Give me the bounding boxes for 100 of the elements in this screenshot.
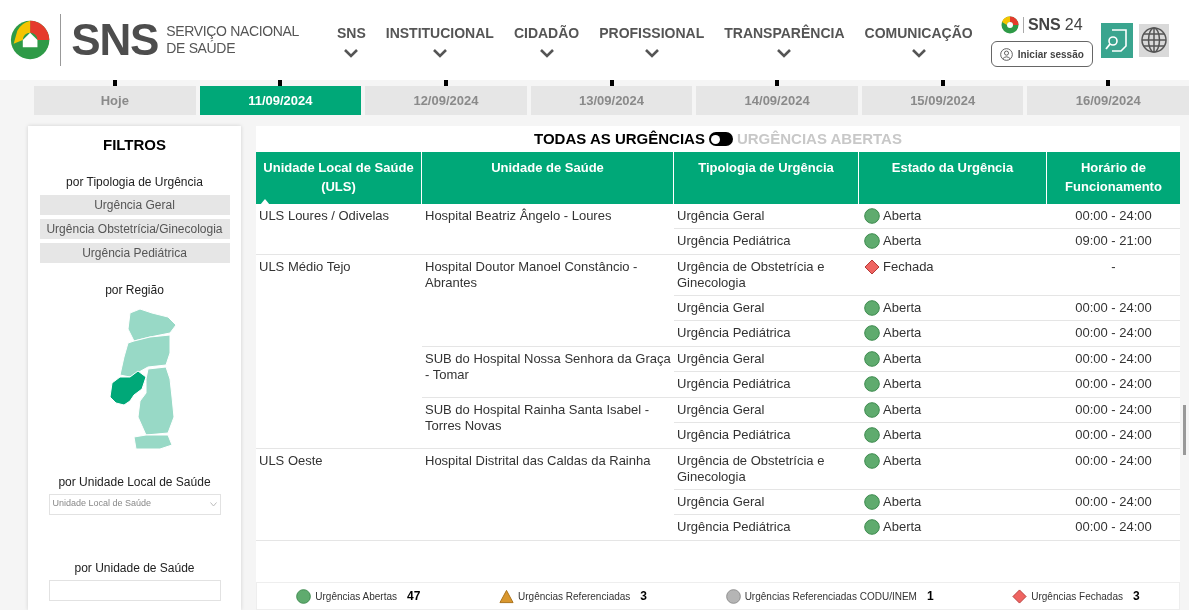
timeline-tick [609,80,614,86]
date-tab[interactable]: 14/09/2024 [696,86,858,115]
date-tab[interactable]: 12/09/2024 [365,86,527,115]
table-cell-text: 00:00 - 24:00 [1075,300,1152,317]
table-cell: Aberta [883,494,922,510]
open-status-icon [864,376,880,392]
table-cell: Aberta [883,376,922,392]
brand-subtitle: SERVIÇO NACIONAL [166,23,299,40]
map-region[interactable] [127,308,176,341]
nav-menu-item[interactable]: SNS [336,26,366,58]
table-cell-text: Urgência Geral [676,299,766,317]
open-status-icon [864,208,880,224]
typology-filter-button[interactable]: Urgência Pediátrica [39,242,230,263]
open-status-icon [296,588,312,604]
timeline-tick [775,80,780,86]
globe-icon [1139,26,1168,54]
table-cell-text: Urgência de Obstetrícia e Ginecologia [676,258,826,292]
table-cell-text: Urgência Geral [676,401,766,419]
column-header[interactable]: Horário de Funcionamento [1047,152,1180,204]
table-cell-text: Urgência Geral [676,493,766,511]
nav-menu-item[interactable]: COMUNICAÇÃO [864,26,973,58]
nav-menu-item[interactable]: TRANSPARÊNCIA [724,26,845,58]
filter-switch[interactable] [708,132,733,146]
sns-logo-icon [10,18,51,62]
table-cell-text: Hospital Doutor Manoel Constâncio - Abrantes [424,258,639,292]
open-status-icon [864,233,880,249]
search-document-icon [1103,27,1130,53]
table-cell-text: 00:00 - 24:00 [1075,453,1152,470]
closed-status-icon [1012,588,1028,604]
table-cell-text: 00:00 - 24:00 [1075,519,1152,536]
table-cell-text: - [1111,259,1116,276]
closed-status-icon [864,259,880,275]
legend-count: 3 [1132,588,1140,605]
timeline-tick [940,80,945,86]
table-cell-text: 00:00 - 24:00 [1075,402,1152,419]
login-button[interactable]: Iniciar sessão [990,41,1093,67]
date-tab[interactable]: 13/09/2024 [530,86,693,115]
nav-menu-item[interactable]: INSTITUCIONAL [385,26,494,58]
table-cell-text: 00:00 - 24:00 [1075,351,1152,368]
table-cell-text: Hospital Distrital das Caldas da Rainha [424,452,652,470]
search-document-button[interactable] [1100,22,1133,58]
table-cell: Aberta [883,402,922,418]
chevron-down-icon [343,48,360,58]
timeline-tick [278,80,283,86]
brand-name: SNS [71,18,159,62]
table-cell-text: 09:00 - 21:00 [1075,233,1152,250]
table-cell: Aberta [883,208,922,224]
chevron-down-icon [209,501,217,507]
timeline-tick [1106,80,1111,86]
date-tab[interactable]: 15/09/2024 [861,86,1024,115]
table-cell-text: Urgência Geral [676,350,766,368]
table-cell-text: 00:00 - 24:00 [1075,325,1152,342]
chevron-down-icon [538,48,555,58]
chevron-down-icon [643,48,660,58]
table-cell-text: Urgência Pediátrica [676,324,792,342]
triangle-status-icon [499,588,515,604]
table-cell-text: Urgência Geral [676,207,766,225]
uls-select[interactable]: Unidade Local de Saúde [48,493,221,515]
table-cell-text: Urgência Pediátrica [676,375,792,393]
user-icon [999,47,1013,61]
table-cell-text: ULS Oeste [258,452,324,470]
scrollbar-thumb[interactable] [1183,405,1186,455]
nav-menu-item[interactable]: PROFISSIONAL [599,26,705,58]
brand-subtitle: DE SAÚDE [166,40,237,57]
map-region[interactable] [109,370,146,405]
table-cell-text: 00:00 - 24:00 [1075,376,1152,393]
sns24-name: SNS [1027,15,1061,35]
nav-menu-item[interactable]: CIDADÃO [513,26,580,58]
legend-label: Urgências Fechadas [1031,589,1123,604]
chevron-down-icon [776,48,793,58]
table-cell-text: 00:00 - 24:00 [1075,208,1152,225]
table-cell: Aberta [883,233,922,249]
typology-filter-button[interactable]: Urgência Geral [39,194,230,215]
legend-count: 3 [640,588,647,605]
filter-label: por Região [105,281,164,299]
legend-count: 1 [926,588,934,605]
open-status-icon [864,300,880,316]
date-tab[interactable]: 11/09/2024 [199,86,362,115]
table-cell-text: ULS Médio Tejo [258,258,352,276]
filter-label: por Tipologia de Urgência [66,173,203,191]
open-status-icon [864,494,880,510]
table-cell: Aberta [883,427,922,443]
table-cell-text: 00:00 - 24:00 [1075,427,1152,444]
timeline-tick [443,80,448,86]
date-tab[interactable]: 16/09/2024 [1027,86,1189,115]
chevron-down-icon [431,48,448,58]
typology-filter-button[interactable]: Urgência Obstetrícia/Ginecologia [39,218,230,239]
table-cell: Aberta [883,325,922,341]
table-cell-text: SUB do Hospital Nossa Senhora da Graça - Tomar [424,350,672,384]
language-button[interactable] [1138,23,1169,57]
date-tab[interactable]: Hoje [34,86,196,115]
table-cell-text: ULS Loures / Odivelas [258,207,391,225]
table-cell-text: Urgência Pediátrica [676,518,792,536]
table-cell-text: Urgência Pediátrica [676,232,792,250]
table-cell-text: SUB do Hospital Rainha Santa Isabel - Torres Novas [424,401,650,435]
map-region[interactable] [119,334,170,377]
filter-label: por Unidade de Saúde [74,559,195,577]
legend-label: Urgências Referenciadas CODU/INEM [744,589,917,604]
table-cell: Fechada [883,259,934,275]
chevron-down-icon [910,48,927,58]
